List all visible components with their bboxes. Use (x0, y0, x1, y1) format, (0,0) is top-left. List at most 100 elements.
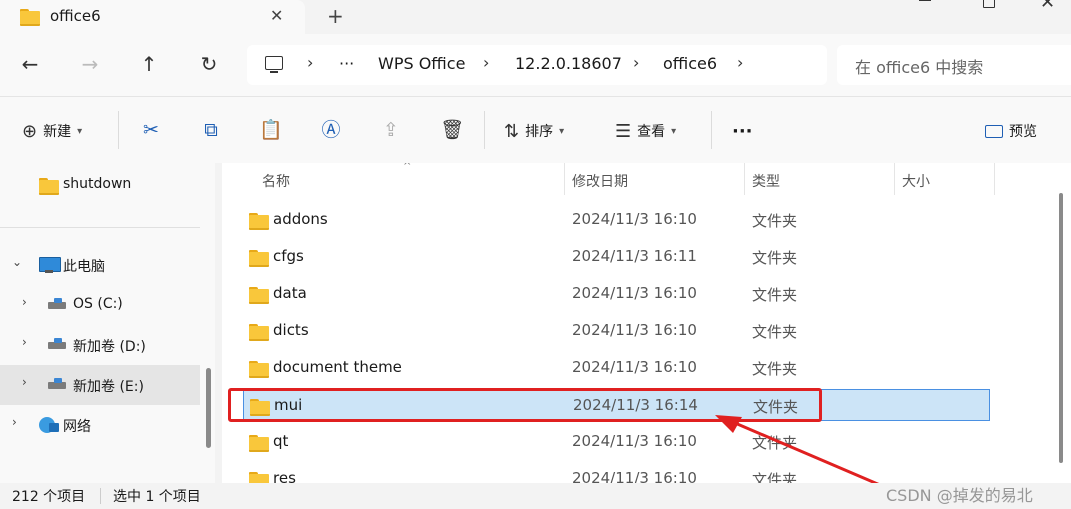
view-list-icon: ☰ (615, 120, 632, 142)
back-button[interactable]: ← (18, 52, 42, 76)
maximize-button[interactable] (983, 0, 995, 8)
sidebar-item-d-drive[interactable]: › 新加卷 (D:) (0, 325, 200, 365)
file-name: qt (273, 432, 289, 450)
folder-icon (249, 324, 269, 341)
computer-icon (39, 257, 61, 273)
navigation-pane: shutdown ⌄ 此电脑 › OS (C:) › 新加卷 (D:) › 新加… (0, 163, 215, 483)
view-button[interactable]: ☰ 查看 ▾ (615, 119, 676, 143)
chevron-right-icon[interactable]: › (22, 375, 34, 389)
column-header-type[interactable]: 类型 (752, 171, 780, 191)
table-row[interactable]: addons 2024/11/3 16:10 文件夹 (243, 204, 990, 236)
toolbar-divider (711, 111, 712, 149)
search-input[interactable]: 在 office6 中搜索 (855, 54, 983, 78)
chevron-right-icon[interactable]: › (22, 335, 34, 349)
sidebar-item-c-drive[interactable]: › OS (C:) (0, 285, 200, 325)
breadcrumb-overflow[interactable]: ··· (339, 54, 354, 73)
sidebar-item-e-drive[interactable]: › 新加卷 (E:) (0, 365, 200, 405)
delete-icon[interactable]: 🗑 (440, 119, 464, 141)
close-window-button[interactable]: ✕ (1040, 0, 1055, 13)
table-row[interactable]: document theme 2024/11/3 16:10 文件夹 (243, 352, 990, 384)
up-button[interactable]: ↑ (137, 52, 161, 76)
preview-pane-icon (985, 124, 1003, 138)
file-modified: 2024/11/3 16:11 (572, 247, 697, 265)
column-header-name[interactable]: 名称 (262, 171, 290, 191)
toolbar-divider (484, 111, 485, 149)
file-type: 文件夹 (752, 323, 798, 341)
view-label: 查看 (637, 124, 666, 140)
plus-circle-icon: ⊕ (22, 120, 38, 142)
sidebar-item-label: shutdown (63, 176, 132, 192)
cut-icon[interactable]: ✂ (140, 119, 162, 141)
breadcrumb-wps-office[interactable]: WPS Office (378, 54, 465, 73)
address-bar[interactable]: › ··· WPS Office › 12.2.0.18607 › office… (247, 45, 827, 85)
more-options-button[interactable]: ··· (732, 119, 753, 143)
column-divider[interactable] (744, 163, 745, 195)
minimize-button[interactable] (915, 0, 935, 4)
sidebar-divider (0, 227, 200, 228)
sidebar-scrollbar[interactable] (206, 368, 211, 448)
new-tab-button[interactable]: + (327, 4, 344, 28)
file-type: 文件夹 (752, 286, 798, 304)
file-list-scrollbar[interactable] (1059, 193, 1063, 463)
column-header-size[interactable]: 大小 (902, 171, 930, 191)
chevron-down-icon[interactable]: ⌄ (12, 255, 24, 269)
column-divider[interactable] (994, 163, 995, 195)
breadcrumb-separator[interactable]: › (307, 53, 313, 72)
table-row[interactable]: data 2024/11/3 16:10 文件夹 (243, 278, 990, 310)
share-icon[interactable]: ⇪ (380, 119, 402, 141)
chevron-down-icon: ▾ (671, 125, 677, 137)
table-row[interactable]: cfgs 2024/11/3 16:11 文件夹 (243, 241, 990, 273)
file-name: cfgs (273, 247, 304, 265)
drive-icon (48, 378, 66, 390)
item-count: 212 个项目 (12, 489, 86, 505)
rename-icon[interactable]: Ⓐ (320, 119, 342, 141)
sidebar-item-shutdown[interactable]: shutdown (0, 165, 200, 205)
preview-button[interactable]: 预览 (985, 119, 1037, 143)
file-modified: 2024/11/3 16:10 (572, 358, 697, 376)
tab-title: office6 (50, 7, 101, 25)
refresh-button[interactable]: ↻ (197, 52, 221, 76)
sidebar-item-network[interactable]: › 网络 (0, 405, 200, 445)
forward-button[interactable]: → (78, 52, 102, 76)
folder-icon (249, 361, 269, 378)
file-name: document theme (273, 358, 402, 376)
file-type: 文件夹 (752, 360, 798, 378)
sort-button[interactable]: ⇅ 排序 ▾ (504, 119, 564, 143)
folder-icon (249, 472, 269, 483)
column-divider[interactable] (894, 163, 895, 195)
sort-label: 排序 (525, 124, 554, 140)
breadcrumb-separator[interactable]: › (737, 53, 743, 72)
file-modified: 2024/11/3 16:10 (572, 210, 697, 228)
chevron-down-icon: ▾ (559, 125, 565, 137)
sidebar-item-label: OS (C:) (73, 296, 123, 312)
file-name: dicts (273, 321, 309, 339)
selection-count: 选中 1 个项目 (113, 489, 201, 505)
new-button[interactable]: ⊕ 新建 ▾ (22, 119, 82, 143)
sidebar-item-label: 新加卷 (E:) (73, 379, 144, 395)
file-list: ^ 名称 修改日期 类型 大小 addons 2024/11/3 16:10 文… (222, 163, 1071, 483)
breadcrumb-separator[interactable]: › (633, 53, 639, 72)
chevron-right-icon[interactable]: › (12, 415, 24, 429)
network-icon (39, 417, 59, 433)
tab-office6[interactable]: office6 ✕ (0, 0, 305, 34)
file-modified: 2024/11/3 16:10 (572, 284, 697, 302)
search-box[interactable]: 在 office6 中搜索 (837, 45, 1071, 85)
close-tab-icon[interactable]: ✕ (270, 6, 283, 25)
sidebar-item-label: 新加卷 (D:) (73, 339, 146, 355)
sidebar-item-this-pc[interactable]: ⌄ 此电脑 (0, 245, 200, 285)
chevron-right-icon[interactable]: › (22, 295, 34, 309)
breadcrumb-office6[interactable]: office6 (663, 54, 717, 73)
column-header-modified[interactable]: 修改日期 (572, 171, 628, 191)
drive-icon (48, 298, 66, 310)
table-row[interactable]: dicts 2024/11/3 16:10 文件夹 (243, 315, 990, 347)
copy-icon[interactable]: ⧉ (200, 119, 222, 141)
breadcrumb-version[interactable]: 12.2.0.18607 (515, 54, 622, 73)
watermark: CSDN @掉发的易北 (886, 486, 1033, 505)
new-label: 新建 (43, 124, 72, 140)
breadcrumb-separator[interactable]: › (483, 53, 489, 72)
file-modified: 2024/11/3 16:10 (572, 321, 697, 339)
status-divider (100, 488, 101, 504)
folder-icon (39, 178, 59, 195)
column-divider[interactable] (564, 163, 565, 195)
paste-icon[interactable]: 📋 (259, 119, 283, 141)
